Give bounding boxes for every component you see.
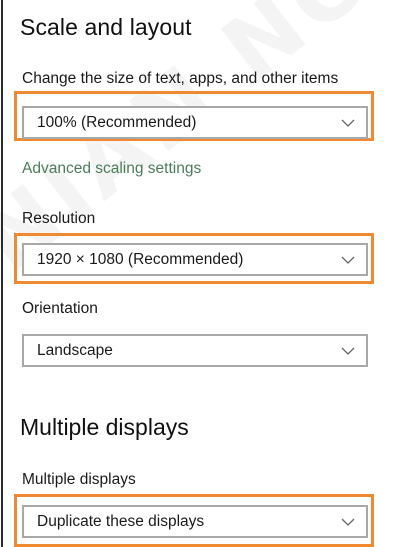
resolution-label: Resolution bbox=[22, 210, 96, 227]
size-label: Change the size of text, apps, and other… bbox=[22, 70, 339, 87]
scaling-dropdown-value: 100% (Recommended) bbox=[37, 114, 197, 131]
scale-layout-heading: Scale and layout bbox=[20, 14, 192, 40]
window-left-border bbox=[1, 0, 3, 547]
multiple-displays-dropdown[interactable]: Duplicate these displays bbox=[22, 505, 368, 538]
advanced-scaling-link[interactable]: Advanced scaling settings bbox=[22, 160, 201, 178]
multiple-displays-heading: Multiple displays bbox=[20, 414, 189, 440]
orientation-dropdown[interactable]: Landscape bbox=[22, 334, 368, 367]
resolution-dropdown[interactable]: 1920 × 1080 (Recommended) bbox=[22, 243, 368, 276]
scaling-dropdown[interactable]: 100% (Recommended) bbox=[22, 106, 368, 139]
orientation-label: Orientation bbox=[22, 300, 98, 317]
chevron-down-icon bbox=[341, 119, 355, 127]
multiple-displays-dropdown-value: Duplicate these displays bbox=[37, 513, 205, 530]
orientation-dropdown-value: Landscape bbox=[37, 342, 113, 359]
chevron-down-icon bbox=[341, 256, 355, 264]
chevron-down-icon bbox=[341, 347, 355, 355]
resolution-dropdown-value: 1920 × 1080 (Recommended) bbox=[37, 251, 244, 268]
multiple-displays-label: Multiple displays bbox=[22, 471, 136, 488]
chevron-down-icon bbox=[341, 518, 355, 526]
display-settings-panel: NIAN NOVA Scale and layout Change the si… bbox=[0, 0, 403, 547]
